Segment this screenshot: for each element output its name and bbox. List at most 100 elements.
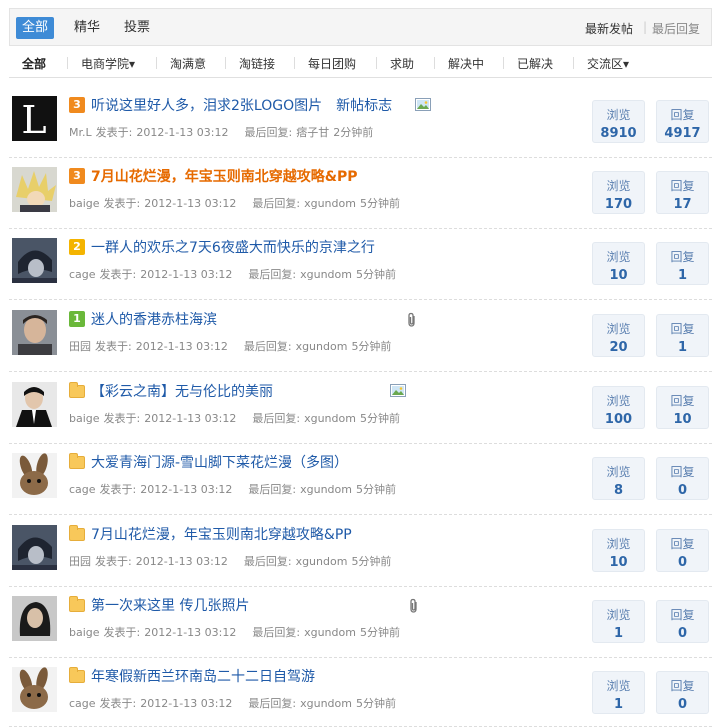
replies-count: 17 xyxy=(673,197,692,212)
replies-count: 0 xyxy=(677,697,688,712)
view-count-box[interactable]: 浏览 20 xyxy=(592,314,645,357)
view-count-box[interactable]: 浏览 1 xyxy=(592,671,645,714)
replies-label: 回复 xyxy=(670,679,695,693)
last-reply-user-link[interactable]: 痞子甘 xyxy=(296,126,329,139)
user-avatar[interactable] xyxy=(12,596,57,641)
author-link[interactable]: baige xyxy=(69,197,100,210)
last-reply-user-link[interactable]: xgundom xyxy=(304,197,356,210)
posted-time: 2012-1-13 03:12 xyxy=(136,126,229,139)
views-count: 10 xyxy=(609,268,628,283)
posted-label: 发表于: xyxy=(99,268,137,281)
category-item-2[interactable]: 淘满意 xyxy=(170,55,206,72)
last-reply-time: 5分钟前 xyxy=(359,197,400,210)
author-link[interactable]: cage xyxy=(69,483,96,496)
thread-title-line: 7月山花烂漫，年宝玉则南北穿越攻略&PP xyxy=(69,524,352,544)
author-link[interactable]: cage xyxy=(69,697,96,710)
thread-title-line: 第一次来这里 传几张照片 xyxy=(69,595,249,615)
user-avatar[interactable] xyxy=(12,525,57,570)
views-count: 8910 xyxy=(600,126,637,141)
thread-meta: baige 发表于: 2012-1-13 03:12 最后回复: xgundom 5分钟前 xyxy=(69,195,404,211)
author-link[interactable]: baige xyxy=(69,626,100,639)
view-count-box[interactable]: 浏览 10 xyxy=(592,529,645,572)
tab-digest[interactable]: 精华 xyxy=(68,17,106,39)
author-link[interactable]: cage xyxy=(69,268,96,281)
thread-title-line: 1 迷人的香港赤柱海滨 xyxy=(69,309,217,329)
last-reply-user-link[interactable]: xgundom xyxy=(296,555,348,568)
posted-label: 发表于: xyxy=(99,483,137,496)
view-count-box[interactable]: 浏览 10 xyxy=(592,242,645,285)
thread-title-link[interactable]: 7月山花烂漫，年宝玉则南北穿越攻略&PP xyxy=(91,169,357,185)
reply-count-box[interactable]: 回复 4917 xyxy=(656,100,709,143)
last-reply-user-link[interactable]: xgundom xyxy=(304,412,356,425)
last-reply-user-link[interactable]: xgundom xyxy=(304,626,356,639)
reply-count-box[interactable]: 回复 0 xyxy=(656,671,709,714)
category-item-0[interactable]: 全部 xyxy=(22,55,46,72)
user-avatar[interactable]: L xyxy=(12,96,57,141)
category-item-1[interactable]: 电商学院▾ xyxy=(81,55,135,72)
last-reply-user-link[interactable]: xgundom xyxy=(296,340,348,353)
reply-count-box[interactable]: 回复 10 xyxy=(656,386,709,429)
thread-row: 大爱青海门源-雪山脚下菜花烂漫（多图） cage 发表于: 2012-1-13 03:… xyxy=(9,444,712,515)
category-item-8[interactable]: 交流区▾ xyxy=(587,55,629,72)
user-avatar[interactable] xyxy=(12,167,57,212)
thread-title-link[interactable]: 听说这里好人多，泪求2张LOGO图片 xyxy=(91,98,322,114)
image-icon xyxy=(390,384,406,400)
category-item-7[interactable]: 已解决 xyxy=(517,55,553,72)
author-link[interactable]: Mr.L xyxy=(69,126,92,139)
reply-count-box[interactable]: 回复 0 xyxy=(656,457,709,500)
user-avatar[interactable] xyxy=(12,238,57,283)
replies-count: 4917 xyxy=(664,126,701,141)
last-reply-time: 5分钟前 xyxy=(359,626,400,639)
category-divider xyxy=(376,57,377,69)
category-divider xyxy=(156,57,157,69)
svg-text:L: L xyxy=(21,98,46,141)
posted-time: 2012-1-13 03:12 xyxy=(140,483,233,496)
thread-title-link[interactable]: 第一次来这里 传几张照片 xyxy=(91,598,249,614)
thread-title-link[interactable]: 【彩云之南】无与伦比的美丽 xyxy=(91,384,273,400)
views-label: 浏览 xyxy=(606,250,631,264)
paperclip-icon xyxy=(408,598,420,617)
user-avatar[interactable] xyxy=(12,667,57,712)
reply-count-box[interactable]: 回复 1 xyxy=(656,242,709,285)
reply-count-box[interactable]: 回复 0 xyxy=(656,600,709,643)
thread-title-link[interactable]: 7月山花烂漫，年宝玉则南北穿越攻略&PP xyxy=(91,527,352,543)
reply-count-box[interactable]: 回复 0 xyxy=(656,529,709,572)
category-item-6[interactable]: 解决中 xyxy=(448,55,484,72)
posted-label: 发表于: xyxy=(103,626,141,639)
category-item-3[interactable]: 淘链接 xyxy=(239,55,275,72)
last-reply-label: 最后回复: xyxy=(248,483,297,496)
folder-icon xyxy=(69,524,85,541)
view-count-box[interactable]: 浏览 1 xyxy=(592,600,645,643)
view-count-box[interactable]: 浏览 8 xyxy=(592,457,645,500)
user-avatar[interactable] xyxy=(12,310,57,355)
last-reply-user-link[interactable]: xgundom xyxy=(300,483,352,496)
author-link[interactable]: baige xyxy=(69,412,100,425)
tab-all[interactable]: 全部 xyxy=(16,17,55,39)
reply-count-box[interactable]: 回复 1 xyxy=(656,314,709,357)
author-link[interactable]: 田园 xyxy=(69,555,91,568)
last-reply-user-link[interactable]: xgundom xyxy=(300,268,352,281)
thread-title-link[interactable]: 一群人的欢乐之7天6夜盛大而快乐的京津之行 xyxy=(91,240,375,256)
sort-latest-post-link[interactable]: 最新发帖 xyxy=(585,20,633,37)
view-count-box[interactable]: 浏览 8910 xyxy=(592,100,645,143)
thread-title-link[interactable]: 年寒假新西兰环南岛二十二日自驾游 xyxy=(91,669,315,685)
view-count-box[interactable]: 浏览 170 xyxy=(592,171,645,214)
posted-label: 发表于: xyxy=(99,697,137,710)
category-item-4[interactable]: 每日团购 xyxy=(308,55,356,72)
last-reply-time: 5分钟前 xyxy=(355,268,396,281)
last-reply-user-link[interactable]: xgundom xyxy=(300,697,352,710)
sort-latest-reply-link[interactable]: 最后回复 xyxy=(652,20,700,37)
thread-title-link[interactable]: 大爱青海门源-雪山脚下菜花烂漫（多图） xyxy=(91,455,348,471)
author-link[interactable]: 田园 xyxy=(69,340,91,353)
sort-separator: | xyxy=(643,20,648,34)
category-item-5[interactable]: 求助 xyxy=(390,55,414,72)
tab-poll[interactable]: 投票 xyxy=(118,17,156,39)
reply-count-box[interactable]: 回复 17 xyxy=(656,171,709,214)
thread-row: 1 迷人的香港赤柱海滨 田园 发表于: 2012-1-13 03:12 最后回复: xgun… xyxy=(9,301,712,372)
thread-title-link[interactable]: 迷人的香港赤柱海滨 xyxy=(91,312,217,328)
thread-meta: cage 发表于: 2012-1-13 03:12 最后回复: xgundom 5分钟前 xyxy=(69,266,400,282)
user-avatar[interactable] xyxy=(12,453,57,498)
view-count-box[interactable]: 浏览 100 xyxy=(592,386,645,429)
thread-meta: cage 发表于: 2012-1-13 03:12 最后回复: xgundom 5分钟前 xyxy=(69,481,400,497)
user-avatar[interactable] xyxy=(12,382,57,427)
